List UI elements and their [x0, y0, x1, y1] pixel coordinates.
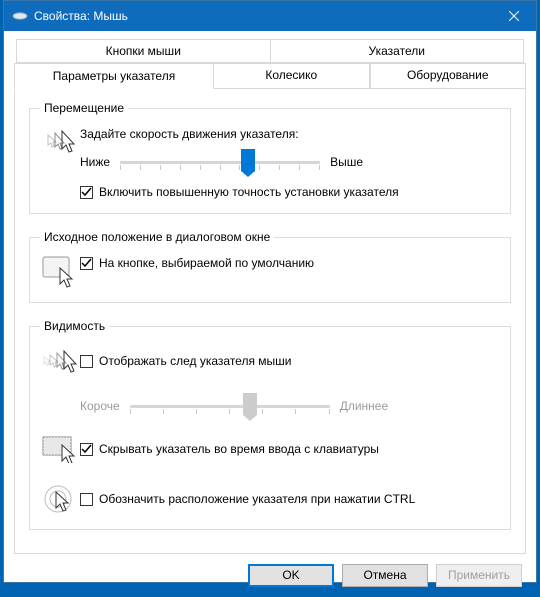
- hide-typing-label: Скрывать указатель во время ввода с клав…: [99, 442, 379, 456]
- snap-to-icon: [40, 256, 80, 288]
- dialog-button-bar: OK Отмена Применить: [4, 554, 536, 597]
- snap-to-label: На кнопке, выбираемой по умолчанию: [99, 256, 314, 270]
- apply-button: Применить: [436, 564, 522, 587]
- trail-max-label: Длиннее: [340, 399, 388, 413]
- slider-max-label: Выше: [330, 155, 363, 169]
- pointer-trails-label: Отображать след указателя мыши: [99, 354, 292, 368]
- pointer-trails-icon: [40, 345, 80, 377]
- group-snap: Исходное положение в диалоговом окне: [29, 230, 511, 303]
- trail-length-slider: [130, 395, 330, 417]
- cancel-button[interactable]: Отмена: [342, 564, 428, 587]
- ctrl-locate-label: Обозначить расположение указателя при на…: [99, 492, 415, 506]
- tab-buttons[interactable]: Кнопки мыши: [16, 39, 270, 62]
- tab-wheel[interactable]: Колесико: [214, 63, 370, 88]
- slider-thumb[interactable]: [241, 149, 255, 171]
- enhance-precision-checkbox[interactable]: [80, 186, 93, 199]
- client-area: Кнопки мыши Указатели Параметры указател…: [4, 31, 536, 554]
- mouse-properties-window: Свойства: Мышь Кнопки мыши Указатели Пар…: [3, 0, 537, 583]
- close-button[interactable]: [491, 1, 536, 31]
- tab-hardware[interactable]: Оборудование: [370, 63, 527, 88]
- ctrl-locate-icon: [40, 483, 80, 515]
- window-title: Свойства: Мышь: [34, 9, 491, 23]
- pointer-speed-slider[interactable]: [120, 151, 320, 173]
- tab-pointer-options[interactable]: Параметры указателя: [14, 63, 214, 89]
- trail-min-label: Короче: [80, 399, 120, 413]
- group-motion-legend: Перемещение: [40, 101, 128, 115]
- group-snap-legend: Исходное положение в диалоговом окне: [40, 230, 274, 244]
- tab-control: Кнопки мыши Указатели Параметры указател…: [14, 39, 526, 554]
- hide-typing-icon: [40, 433, 80, 465]
- hide-typing-checkbox[interactable]: [80, 443, 93, 456]
- titlebar[interactable]: Свойства: Мышь: [4, 1, 536, 31]
- slider-min-label: Ниже: [80, 155, 110, 169]
- mouse-icon: [12, 8, 28, 24]
- group-visibility: Видимость: [29, 319, 511, 530]
- tab-pointers[interactable]: Указатели: [270, 39, 525, 62]
- pointer-speed-label: Задайте скорость движения указателя:: [80, 127, 500, 141]
- pointer-trails-checkbox[interactable]: [80, 355, 93, 368]
- ctrl-locate-checkbox[interactable]: [80, 493, 93, 506]
- tab-panel-pointer-options: Перемещение Зад: [14, 89, 526, 554]
- slider-thumb: [243, 393, 257, 415]
- group-motion: Перемещение Зад: [29, 101, 511, 214]
- enhance-precision-label: Включить повышенную точность установки у…: [99, 185, 399, 199]
- pointer-speed-icon: [40, 127, 80, 157]
- group-visibility-legend: Видимость: [40, 319, 109, 333]
- ok-button[interactable]: OK: [248, 564, 334, 587]
- snap-to-checkbox[interactable]: [80, 257, 93, 270]
